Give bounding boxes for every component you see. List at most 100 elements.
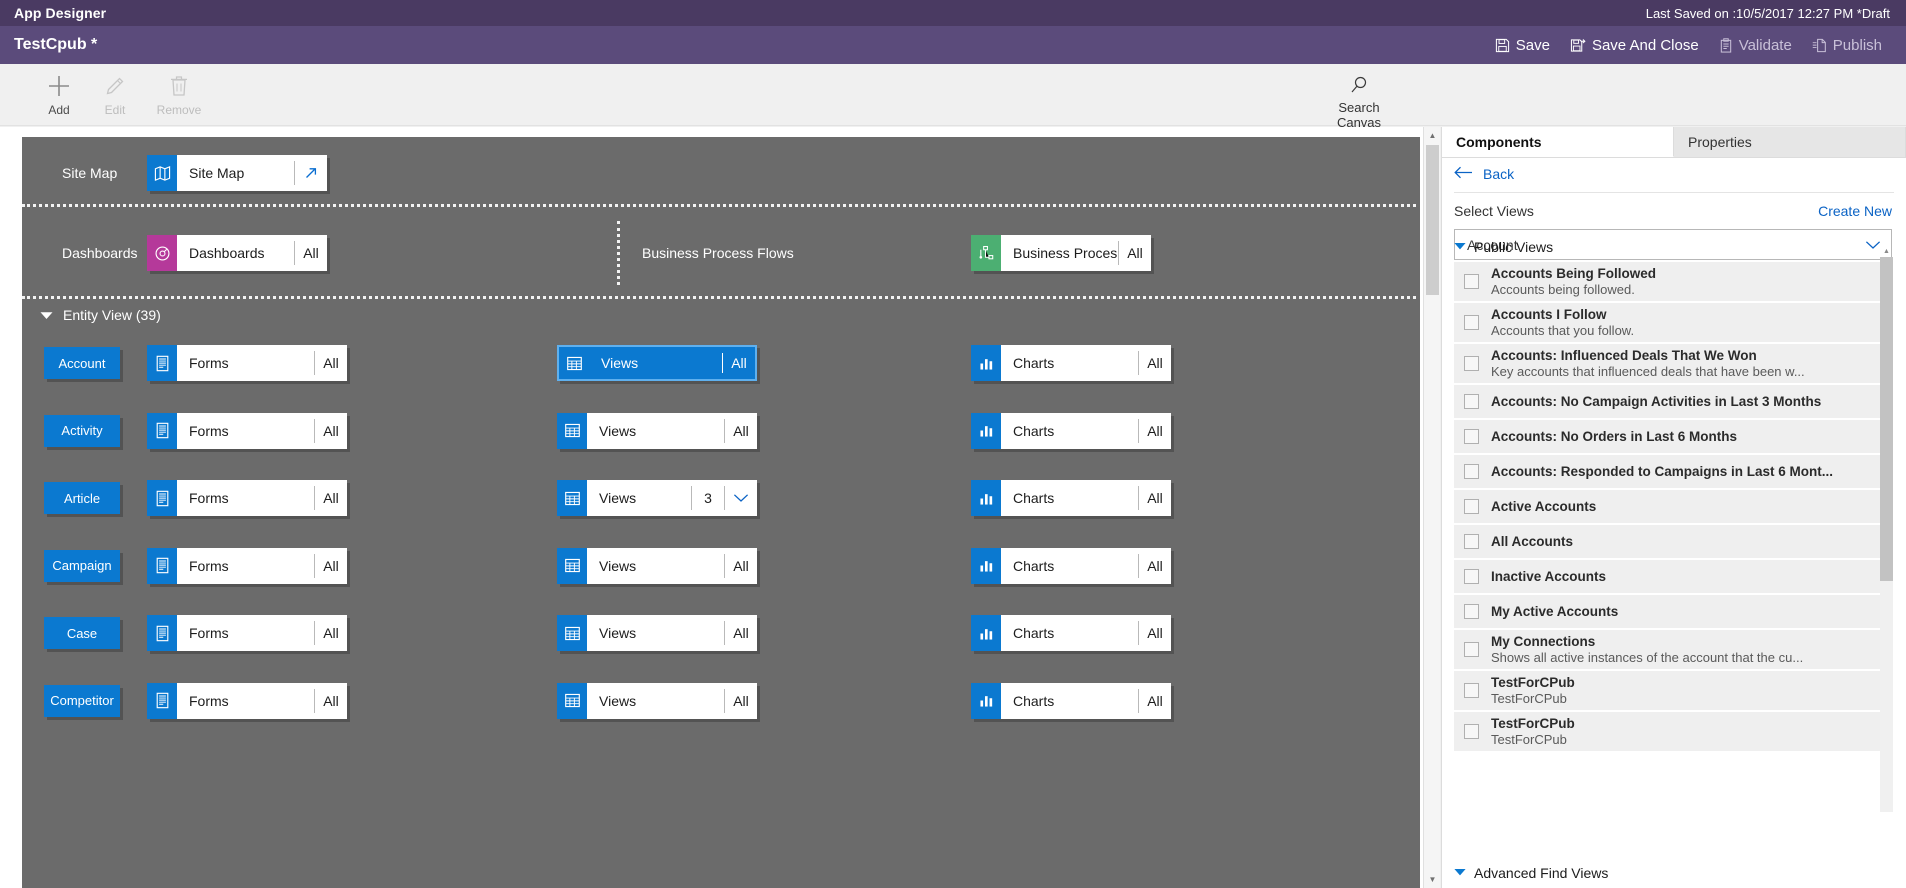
views-tile-label: Views [599,490,637,506]
view-text: TestForCPub TestForCPub [1491,675,1575,706]
forms-tile[interactable]: Forms All [147,412,347,449]
entity-chip[interactable]: Case [44,617,120,649]
views-scroll-up-arrow-icon[interactable]: ▲ [1880,245,1893,257]
forms-tile[interactable]: Forms All [147,615,347,651]
view-list-item[interactable]: My Active Accounts [1454,595,1893,630]
charts-tile[interactable]: Charts All [971,345,1171,381]
views-tile[interactable]: Views All [557,682,757,719]
charts-icon [971,345,1001,381]
view-list-item[interactable]: Accounts: No Campaign Activities in Last… [1454,385,1893,420]
advanced-find-views-group-header[interactable]: Advanced Find Views [1454,864,1893,882]
view-list-item[interactable]: Inactive Accounts [1454,560,1893,595]
canvas-scroll-thumb[interactable] [1426,145,1439,295]
view-checkbox[interactable] [1464,356,1479,371]
entity-view-header[interactable]: Entity View (39) [40,307,161,323]
view-list-item[interactable]: Accounts: Responded to Campaigns in Last… [1454,455,1893,490]
sitemap-tile[interactable]: Site Map [147,155,327,191]
forms-tile[interactable]: Forms All [147,345,347,381]
view-list-item[interactable]: Accounts: Influenced Deals That We Won Ke… [1454,344,1893,385]
charts-tile-label: Charts [1013,692,1055,709]
charts-tile[interactable]: Charts All [971,412,1171,449]
views-tile[interactable]: Views All [557,547,757,584]
view-checkbox[interactable] [1464,315,1479,330]
canvas-scrollbar[interactable]: ▲ ▼ [1423,127,1440,888]
right-panel-tabs: Components Properties [1442,127,1906,158]
charts-tile[interactable]: Charts All [971,615,1171,651]
view-checkbox[interactable] [1464,642,1479,657]
view-list-item[interactable]: My Connections Shows all active instances… [1454,630,1893,671]
save-button[interactable]: Save [1485,35,1560,56]
scroll-down-arrow-icon[interactable]: ▼ [1424,871,1440,888]
forms-tile[interactable]: Forms All [147,480,347,516]
view-checkbox[interactable] [1464,534,1479,549]
view-list-item[interactable]: Accounts Being Followed Accounts being fo… [1454,262,1893,303]
view-text: All Accounts [1491,534,1573,549]
dashboards-tile-name: Dashboards [189,245,265,261]
create-new-link[interactable]: Create New [1818,203,1892,219]
publish-button[interactable]: Publish [1802,35,1892,56]
charts-tile[interactable]: Charts All [971,547,1171,584]
view-list-item[interactable]: Accounts: No Orders in Last 6 Months [1454,420,1893,455]
tab-components[interactable]: Components [1442,127,1674,157]
view-checkbox[interactable] [1464,724,1479,739]
views-tile[interactable]: Views All [557,412,757,449]
chevron-down-icon[interactable] [725,480,757,516]
edit-button[interactable]: Edit [78,70,152,117]
view-checkbox[interactable] [1464,499,1479,514]
view-list-item[interactable]: All Accounts [1454,525,1893,560]
search-canvas-button[interactable]: Search Canvas [1322,70,1396,130]
tab-properties[interactable]: Properties [1674,127,1906,157]
view-list-item[interactable]: Accounts I Follow Accounts that you follo… [1454,303,1893,344]
view-checkbox[interactable] [1464,604,1479,619]
view-text: Accounts: Responded to Campaigns in Last… [1491,464,1833,479]
views-tile[interactable]: Views 3 [557,480,757,516]
remove-button[interactable]: Remove [142,70,216,117]
validate-label: Validate [1738,36,1792,54]
view-description: Accounts that you follow. [1491,323,1635,338]
business-process-flows-tile[interactable]: Business Proces... All [971,235,1151,271]
forms-tile[interactable]: Forms All [147,682,347,719]
entity-chip[interactable]: Campaign [44,549,120,582]
views-list-container: Public Views Accounts Being Followed Acco… [1454,235,1893,843]
views-scroll-thumb[interactable] [1880,257,1893,581]
public-views-group-header[interactable]: Public Views [1454,235,1893,261]
views-tile[interactable]: Views All [557,345,757,381]
views-list-scrollbar[interactable]: ▲ [1880,248,1893,812]
views-tile-count: All [731,355,747,371]
scroll-up-arrow-icon[interactable]: ▲ [1424,127,1440,144]
charts-tile[interactable]: Charts All [971,480,1171,516]
entity-chip[interactable]: Activity [44,414,120,447]
view-text: Accounts: No Orders in Last 6 Months [1491,429,1737,444]
save-and-close-button[interactable]: Save And Close [1560,35,1709,56]
save-label: Save [1515,36,1550,54]
forms-tile[interactable]: Forms All [147,547,347,584]
view-list-item[interactable]: Active Accounts [1454,490,1893,525]
entity-chip[interactable]: Article [44,482,120,514]
forms-icon [147,615,177,651]
charts-tile[interactable]: Charts All [971,682,1171,719]
view-checkbox[interactable] [1464,429,1479,444]
view-title: TestForCPub [1491,716,1575,731]
back-button[interactable]: Back [1442,158,1906,190]
view-checkbox[interactable] [1464,683,1479,698]
view-checkbox[interactable] [1464,464,1479,479]
view-list-item[interactable]: TestForCPub TestForCPub [1454,671,1893,712]
open-designer-arrow-icon[interactable] [295,155,327,191]
entity-chip[interactable]: Account [44,347,120,379]
view-list-item[interactable]: TestForCPub TestForCPub [1454,712,1893,753]
views-tile-label: Views [601,355,639,371]
view-title: Accounts: Influenced Deals That We Won [1491,348,1757,363]
view-text: Accounts I Follow Accounts that you follo… [1491,307,1634,338]
charts-tile-label: Charts [1013,625,1055,641]
view-checkbox[interactable] [1464,274,1479,289]
entity-chip[interactable]: Competitor [44,684,120,717]
search-canvas-label: Search Canvas [1336,100,1382,130]
dashboards-tile[interactable]: Dashboards All [147,235,327,271]
views-tile[interactable]: Views All [557,615,757,651]
views-tile-label: Views [599,557,637,574]
view-description: Shows all active instances of the accoun… [1491,650,1804,665]
validate-button[interactable]: Validate [1709,35,1802,56]
view-checkbox[interactable] [1464,394,1479,409]
view-checkbox[interactable] [1464,569,1479,584]
forms-tile-label: Forms [189,490,229,506]
